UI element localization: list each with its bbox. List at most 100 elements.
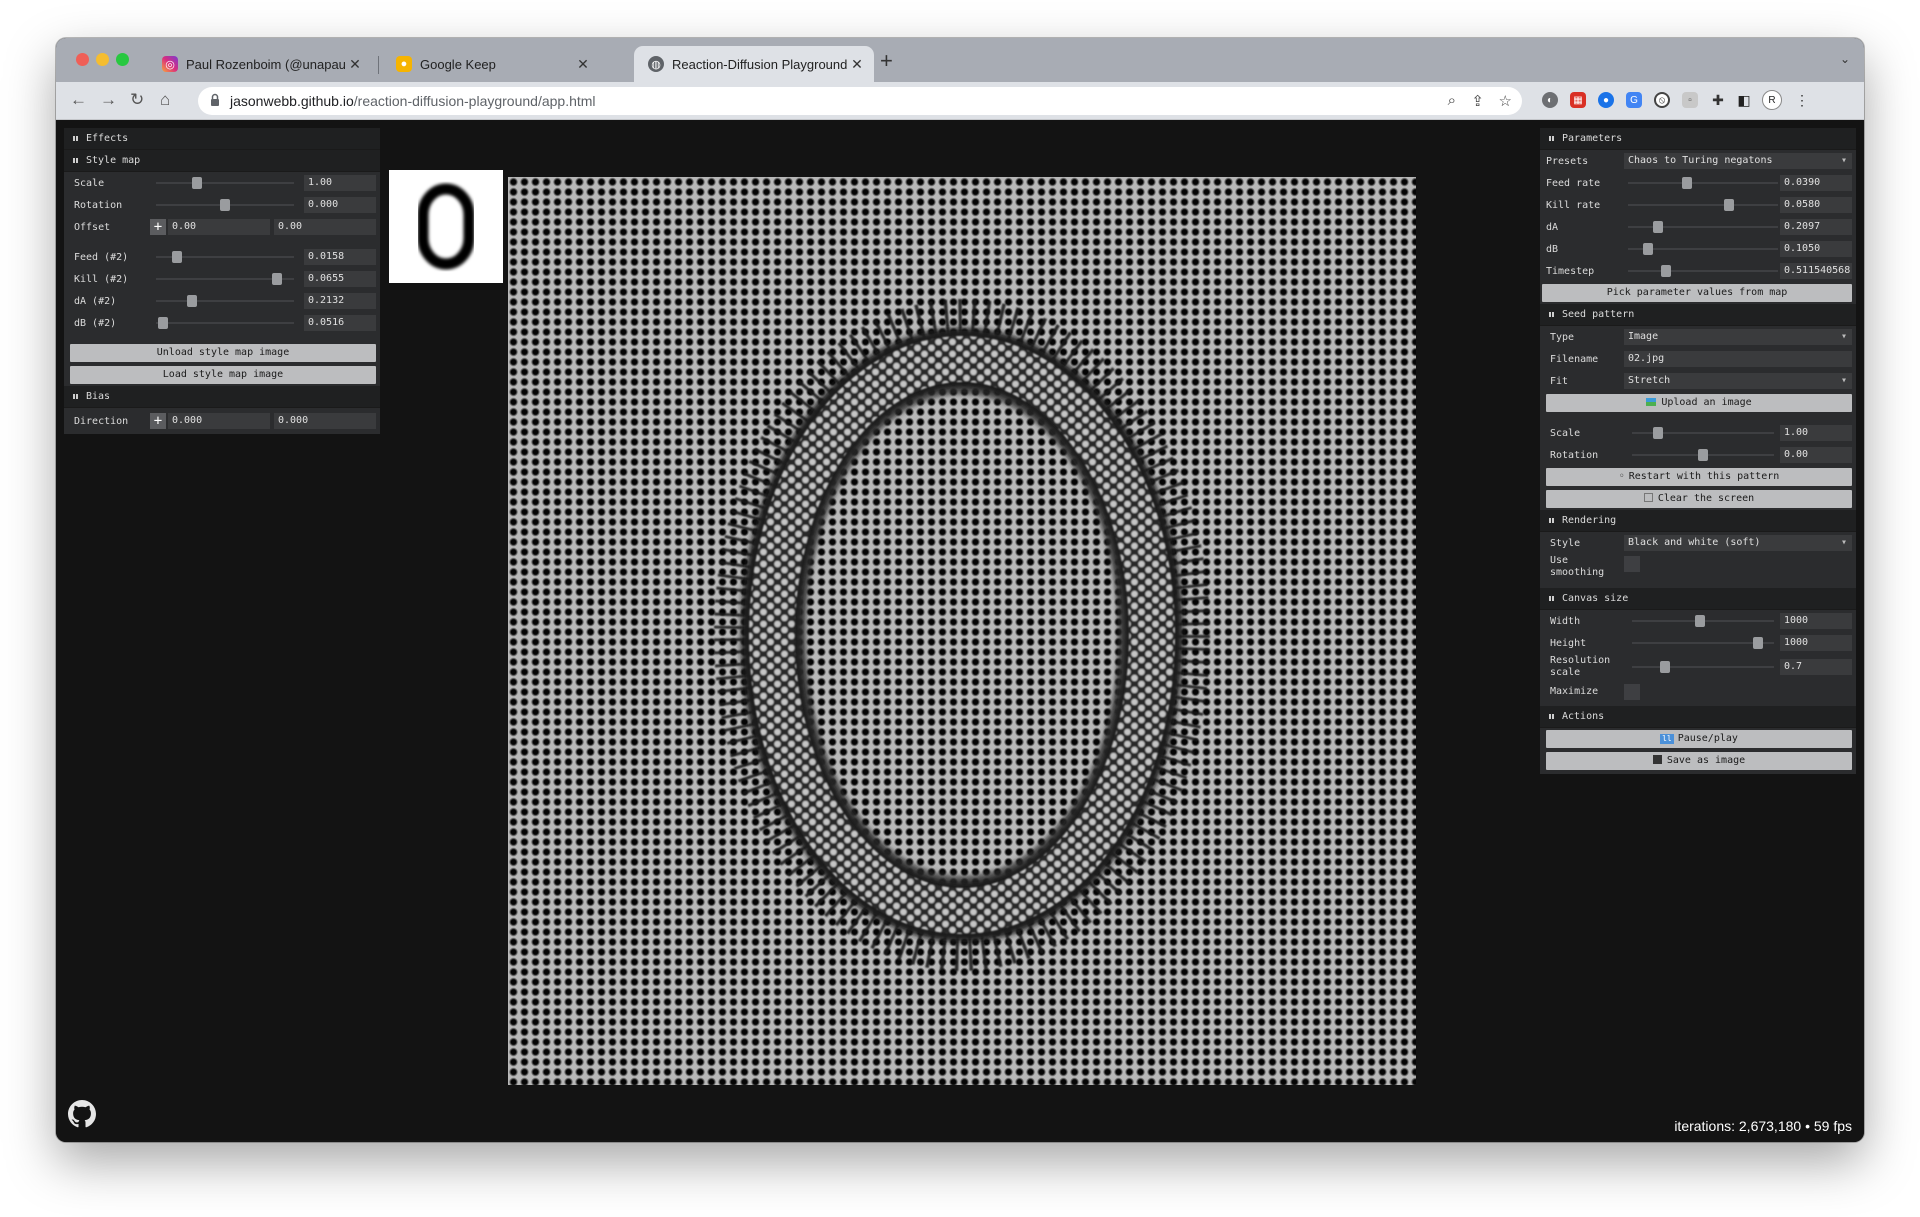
extension-6-icon[interactable]: ▫ [1682, 92, 1698, 108]
effects-header[interactable]: Effects [64, 128, 380, 150]
style-rotation-slider[interactable] [156, 199, 294, 211]
da-input[interactable]: 0.2097 [1780, 219, 1852, 235]
db2-slider[interactable] [156, 317, 294, 329]
feed2-slider[interactable] [156, 251, 294, 263]
maximize-checkbox[interactable] [1624, 684, 1640, 700]
profile-avatar[interactable]: R [1762, 90, 1782, 110]
seed-scale-slider[interactable] [1632, 427, 1774, 439]
slider-knob[interactable] [186, 295, 197, 307]
slider-knob[interactable] [1723, 199, 1734, 211]
width-slider[interactable] [1632, 615, 1774, 627]
db2-input[interactable]: 0.0516 [304, 315, 376, 331]
offset-x-input[interactable]: 0.00 [168, 219, 270, 235]
puzzle-icon[interactable]: ✚ [1710, 92, 1726, 108]
bias-header[interactable]: Bias [64, 386, 380, 408]
kill-input[interactable]: 0.0580 [1780, 197, 1852, 213]
seed-rotation-slider[interactable] [1632, 449, 1774, 461]
restart-pattern-button[interactable]: ◦ Restart with this pattern [1546, 468, 1852, 486]
presets-select[interactable]: Chaos to Turing negatons [1624, 153, 1852, 169]
extension-3-icon[interactable]: ● [1598, 92, 1614, 108]
unload-style-map-button[interactable]: Unload style map image [70, 344, 376, 362]
slider-knob[interactable] [1753, 637, 1764, 649]
upload-image-button[interactable]: Upload an image [1546, 394, 1852, 412]
render-style-select[interactable]: Black and white (soft) [1624, 535, 1852, 551]
rendering-header[interactable]: Rendering [1540, 510, 1856, 532]
da2-input[interactable]: 0.2132 [304, 293, 376, 309]
offset-pad-button[interactable]: + [150, 219, 166, 235]
direction-x-input[interactable]: 0.000 [168, 413, 270, 429]
back-icon[interactable]: ← [70, 90, 87, 110]
db-slider[interactable] [1628, 243, 1778, 255]
seed-type-select[interactable]: Image [1624, 329, 1852, 345]
feed-slider[interactable] [1628, 177, 1778, 189]
new-tab-button[interactable]: + [880, 50, 893, 72]
slider-knob[interactable] [1660, 265, 1671, 277]
kill2-slider[interactable] [156, 273, 294, 285]
extension-1-icon[interactable]: ◐ [1542, 92, 1558, 108]
extension-2-icon[interactable]: ▦ [1570, 92, 1586, 108]
slider-knob[interactable] [157, 317, 168, 329]
tab-reaction-diffusion[interactable]: ◍ Reaction-Diffusion Playground ✕ [634, 46, 874, 82]
da2-slider[interactable] [156, 295, 294, 307]
height-input[interactable]: 1000 [1780, 635, 1852, 651]
da-slider[interactable] [1628, 221, 1778, 233]
slider-knob[interactable] [192, 177, 203, 189]
pause-play-button[interactable]: ll Pause/play [1546, 730, 1852, 748]
tab-google-keep[interactable]: ● Google Keep ✕ [382, 46, 600, 82]
style-rotation-input[interactable]: 0.000 [304, 197, 376, 213]
forward-icon[interactable]: → [100, 90, 117, 110]
slider-knob[interactable] [220, 199, 230, 211]
translate-icon[interactable]: G [1626, 92, 1642, 108]
fit-select[interactable]: Stretch [1624, 373, 1852, 389]
load-style-map-button[interactable]: Load style map image [70, 366, 376, 384]
save-image-button[interactable]: Save as image [1546, 752, 1852, 770]
feed2-input[interactable]: 0.0158 [304, 249, 376, 265]
zoom-window-button[interactable] [116, 53, 129, 66]
seed-scale-input[interactable]: 1.00 [1780, 425, 1852, 441]
slider-knob[interactable] [171, 251, 182, 263]
close-tab-icon[interactable]: ✕ [346, 56, 364, 73]
slider-knob[interactable] [272, 273, 283, 285]
slider-knob[interactable] [1642, 243, 1653, 255]
smoothing-checkbox[interactable] [1624, 556, 1640, 572]
close-tab-icon[interactable]: ✕ [848, 56, 866, 73]
slider-knob[interactable] [1653, 221, 1663, 233]
bookmark-star-icon[interactable]: ☆ [1499, 92, 1512, 110]
slider-knob[interactable] [1681, 177, 1692, 189]
github-icon[interactable] [68, 1100, 96, 1128]
timestep-input[interactable]: 0.511540568 [1780, 263, 1852, 279]
more-menu-icon[interactable]: ⋮ [1794, 92, 1810, 108]
style-scale-slider[interactable] [156, 177, 294, 189]
simulation-canvas[interactable] [508, 177, 1416, 1085]
seed-rotation-input[interactable]: 0.00 [1780, 447, 1852, 463]
resolution-input[interactable]: 0.7 [1780, 659, 1852, 675]
direction-y-input[interactable]: 0.000 [274, 413, 376, 429]
actions-header[interactable]: Actions [1540, 706, 1856, 728]
slider-knob[interactable] [1652, 427, 1663, 439]
canvas-size-header[interactable]: Canvas size [1540, 588, 1856, 610]
width-input[interactable]: 1000 [1780, 613, 1852, 629]
slider-knob[interactable] [1695, 615, 1706, 627]
direction-pad-button[interactable]: + [150, 413, 166, 429]
parameters-header[interactable]: Parameters [1540, 128, 1856, 150]
close-tab-icon[interactable]: ✕ [574, 56, 592, 73]
reload-icon[interactable]: ↻ [130, 90, 144, 110]
db-input[interactable]: 0.1050 [1780, 241, 1852, 257]
zoom-icon[interactable]: ⌕ [1448, 92, 1456, 109]
style-map-header[interactable]: Style map [64, 150, 380, 172]
kill-slider[interactable] [1628, 199, 1778, 211]
tab-search-icon[interactable]: ⌄ [1840, 52, 1850, 66]
clear-screen-button[interactable]: Clear the screen [1546, 490, 1852, 508]
side-panel-icon[interactable]: ◧ [1736, 92, 1752, 108]
close-window-button[interactable] [76, 53, 89, 66]
slider-knob[interactable] [1698, 449, 1708, 461]
home-icon[interactable]: ⌂ [160, 90, 170, 110]
resolution-slider[interactable] [1632, 661, 1774, 673]
kill2-input[interactable]: 0.0655 [304, 271, 376, 287]
tab-instagram[interactable]: ◎ Paul Rozenboim (@unapaulogetic) ✕ [148, 46, 372, 82]
minimize-window-button[interactable] [96, 53, 109, 66]
pick-from-map-button[interactable]: Pick parameter values from map [1542, 284, 1852, 302]
style-scale-input[interactable]: 1.00 [304, 175, 376, 191]
filename-input[interactable]: 02.jpg [1624, 351, 1852, 367]
block-icon[interactable]: ⦸ [1654, 92, 1670, 108]
